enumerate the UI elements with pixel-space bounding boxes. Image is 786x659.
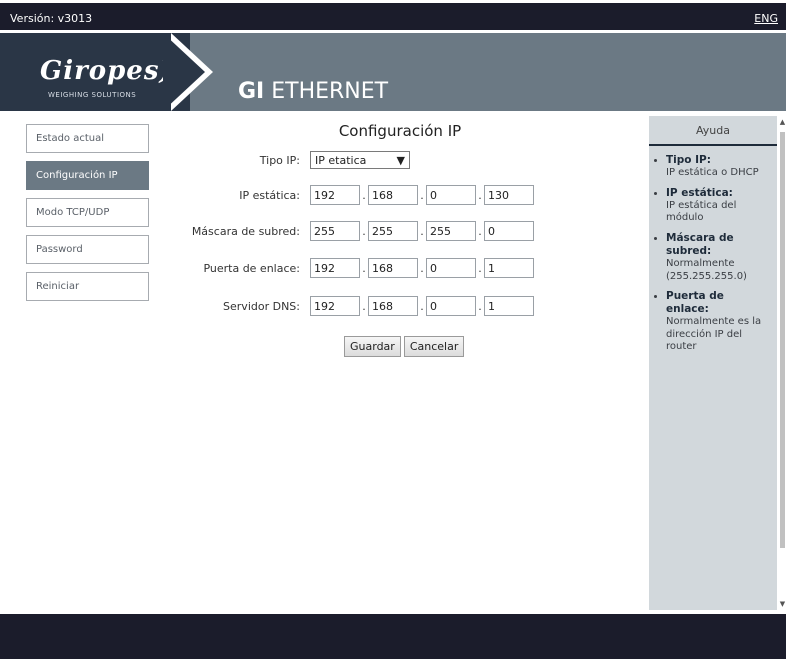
- tipo-ip-label: Tipo IP:: [259, 153, 300, 167]
- scroll-up-arrow-icon[interactable]: ▲: [779, 118, 786, 126]
- gw-octet-1-field[interactable]: 192: [310, 258, 360, 278]
- help-title: Ayuda: [649, 116, 777, 146]
- app-title-bold: GI: [238, 79, 265, 104]
- octet-separator: .: [420, 261, 424, 275]
- octet-separator: .: [478, 299, 482, 313]
- sidebar-item-password[interactable]: Password: [26, 235, 149, 264]
- help-desc: Normalmente es la dirección IP del route…: [666, 316, 762, 353]
- ip-octet-1-field[interactable]: 192: [310, 185, 360, 205]
- ip-octet-4-field[interactable]: 130: [484, 185, 534, 205]
- help-list: Tipo IP:IP estática o DHCP IP estática:I…: [649, 146, 777, 354]
- octet-separator: .: [478, 188, 482, 202]
- help-term: IP estática:: [666, 186, 733, 199]
- help-term: Puerta de enlace:: [666, 290, 724, 316]
- row-puerta-enlace: Puerta de enlace: 192 . 168 . 0 . 1: [160, 258, 534, 278]
- cancel-button[interactable]: Cancelar: [403, 336, 465, 357]
- row-servidor-dns: Servidor DNS: 192 . 168 . 0 . 1: [160, 296, 534, 316]
- page-title: Configuración IP: [338, 122, 462, 140]
- ip-octet-3-field[interactable]: 0: [426, 185, 476, 205]
- octet-separator: .: [362, 224, 366, 238]
- mascara-label: Máscara de subred:: [191, 224, 300, 238]
- sidebar-item-estado-actual[interactable]: Estado actual: [26, 124, 149, 153]
- logo: Giropes) WEIGHING SOLUTIONS: [0, 33, 190, 111]
- octet-separator: .: [362, 188, 366, 202]
- app-title-rest: ETHERNET: [264, 79, 389, 104]
- version-label: Versión: v3013: [10, 12, 93, 25]
- octet-separator: .: [362, 299, 366, 313]
- mask-octet-4-field[interactable]: 0: [484, 221, 534, 241]
- logo-arrow-inner-decoration: [163, 33, 205, 111]
- tipo-ip-value: IP etatica: [315, 153, 367, 167]
- mask-octet-2-field[interactable]: 255: [368, 221, 418, 241]
- logo-text: Giropes): [40, 56, 173, 86]
- scroll-down-arrow-icon[interactable]: ▼: [779, 600, 786, 608]
- scrollbar-thumb[interactable]: [780, 132, 785, 548]
- octet-separator: .: [362, 261, 366, 275]
- row-mascara: Máscara de subred: 255 . 255 . 255 . 0: [160, 221, 534, 241]
- sidebar: Estado actual Configuración IP Modo TCP/…: [26, 124, 150, 309]
- help-desc: IP estática del módulo: [666, 199, 737, 224]
- dns-octet-1-field[interactable]: 192: [310, 296, 360, 316]
- octet-separator: .: [420, 188, 424, 202]
- servidor-dns-label: Servidor DNS:: [223, 299, 300, 313]
- octet-separator: .: [420, 299, 424, 313]
- help-desc: Normalmente (255.255.255.0): [666, 258, 747, 282]
- row-ip-estatica: IP estática: 192 . 168 . 0 . 130: [160, 185, 534, 205]
- header: Giropes) WEIGHING SOLUTIONS GI ETHERNET: [0, 30, 786, 111]
- help-item: Máscara de subred:Normalmente (255.255.2…: [666, 232, 769, 283]
- help-term: Tipo IP:: [666, 154, 711, 166]
- sidebar-item-modo-tcp-udp[interactable]: Modo TCP/UDP: [26, 198, 149, 227]
- sidebar-item-configuracion-ip[interactable]: Configuración IP: [26, 161, 149, 190]
- footer: [0, 614, 786, 659]
- help-item: IP estática:IP estática del módulo: [666, 187, 769, 225]
- form-buttons: Guardar Cancelar: [344, 336, 465, 357]
- tipo-ip-select[interactable]: IP etatica ▼: [310, 151, 410, 169]
- ip-estatica-label: IP estática:: [239, 188, 300, 202]
- octet-separator: .: [420, 224, 424, 238]
- mask-octet-3-field[interactable]: 255: [426, 221, 476, 241]
- dns-octet-3-field[interactable]: 0: [426, 296, 476, 316]
- row-tipo-ip: Tipo IP: IP etatica ▼: [160, 150, 410, 170]
- help-desc: IP estática o DHCP: [666, 167, 759, 179]
- gw-octet-2-field[interactable]: 168: [368, 258, 418, 278]
- help-scrollbar[interactable]: ▲ ▼: [779, 116, 786, 610]
- language-link[interactable]: ENG: [754, 12, 778, 25]
- help-panel: Ayuda Tipo IP:IP estática o DHCP IP está…: [649, 116, 777, 610]
- dns-octet-4-field[interactable]: 1: [484, 296, 534, 316]
- top-bar: Versión: v3013 ENG: [0, 0, 786, 30]
- help-term: Máscara de subred:: [666, 231, 734, 257]
- app-title: GI ETHERNET: [238, 79, 388, 104]
- octet-separator: .: [478, 224, 482, 238]
- dns-octet-2-field[interactable]: 168: [368, 296, 418, 316]
- gw-octet-4-field[interactable]: 1: [484, 258, 534, 278]
- puerta-enlace-label: Puerta de enlace:: [203, 261, 300, 275]
- help-item: Tipo IP:IP estática o DHCP: [666, 154, 769, 180]
- ip-octet-2-field[interactable]: 168: [368, 185, 418, 205]
- logo-subtitle: WEIGHING SOLUTIONS: [48, 91, 137, 99]
- help-item: Puerta de enlace:Normalmente es la direc…: [666, 290, 769, 354]
- mask-octet-1-field[interactable]: 255: [310, 221, 360, 241]
- octet-separator: .: [478, 261, 482, 275]
- sidebar-item-reiniciar[interactable]: Reiniciar: [26, 272, 149, 301]
- dropdown-arrow-icon: ▼: [396, 153, 405, 167]
- gw-octet-3-field[interactable]: 0: [426, 258, 476, 278]
- save-button[interactable]: Guardar: [344, 336, 401, 357]
